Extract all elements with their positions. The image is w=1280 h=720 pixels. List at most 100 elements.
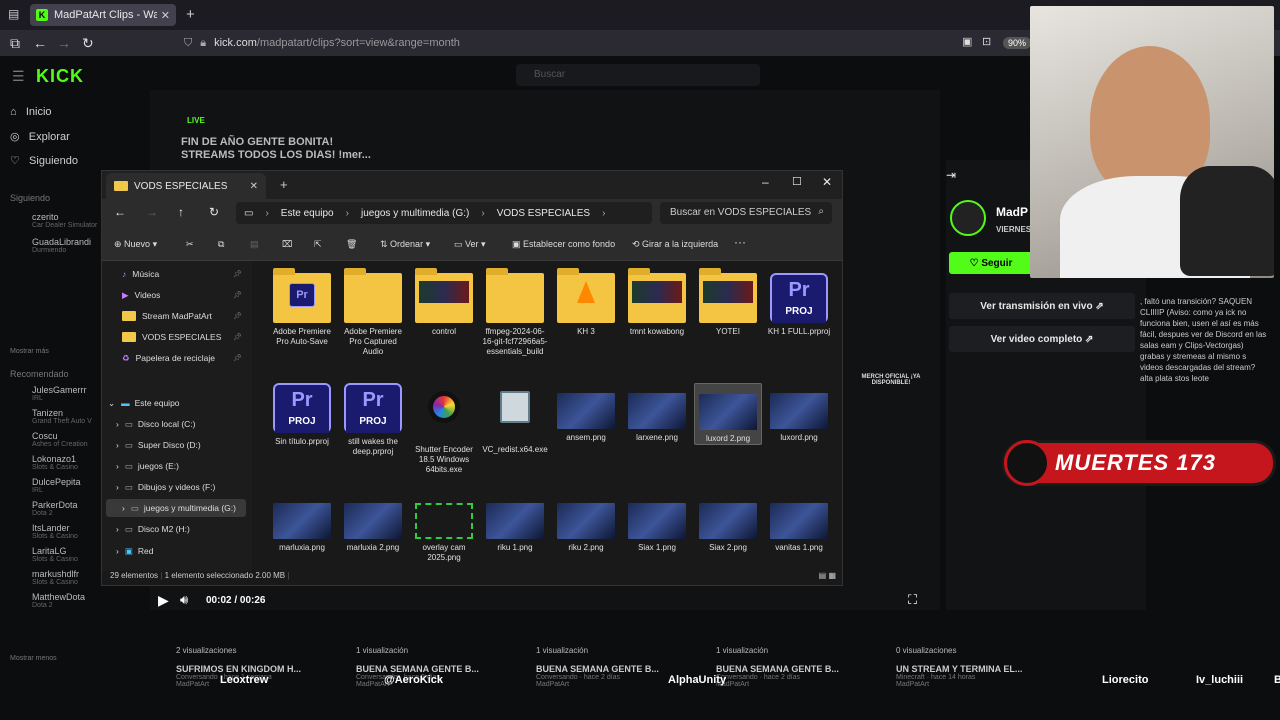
- channel-avatar[interactable]: [950, 200, 986, 236]
- quick-access-item[interactable]: ♻ Papelera de reciclaje 📌︎: [122, 349, 252, 367]
- refresh-icon[interactable]: ↻: [209, 205, 219, 219]
- breadcrumb-item[interactable]: VODS ESPECIALES: [497, 208, 590, 219]
- file-item[interactable]: luxord.png: [765, 383, 833, 443]
- file-item[interactable]: ffmpeg-2024-06-16-git-fcf72966a5-essenti…: [481, 268, 549, 357]
- breadcrumb[interactable]: ▭ › Este equipo › juegos y multimedia (G…: [236, 202, 652, 224]
- copy-icon[interactable]: ⧉: [218, 239, 224, 250]
- new-tab-icon[interactable]: +: [280, 177, 288, 192]
- show-more-link[interactable]: Mostrar más: [10, 348, 49, 355]
- browser-tab-active[interactable]: K MadPatArt Clips - Watch Live o ✕: [30, 4, 176, 26]
- file-item[interactable]: marluxia 2.png: [339, 493, 407, 553]
- rename-icon[interactable]: ⌧: [282, 239, 292, 250]
- file-item[interactable]: ansem.png: [552, 383, 620, 443]
- file-item[interactable]: Pr PROJ Sin título.prproj: [268, 383, 336, 447]
- breadcrumb-item[interactable]: Este equipo: [281, 208, 334, 219]
- show-less-link[interactable]: Mostrar menos: [10, 655, 57, 662]
- recommended-user[interactable]: Tanizen Grand Theft Auto V: [32, 408, 92, 425]
- fullscreen-icon[interactable]: ⛶: [908, 592, 917, 608]
- nav-home[interactable]: ⌂ Inicio: [10, 106, 52, 118]
- file-item[interactable]: Adobe Premiere Pro Captured Audio: [339, 268, 407, 357]
- more-options-icon[interactable]: ···: [734, 235, 746, 249]
- rotate-left-button[interactable]: ⟲ Girar a la izquierda: [632, 239, 718, 250]
- top-search-input[interactable]: Buscar: [516, 64, 760, 86]
- explorer-search-input[interactable]: Buscar en VODS ESPECIALES ⌕: [660, 202, 832, 224]
- watch-full-button[interactable]: Ver video completo ⇗: [949, 326, 1135, 352]
- close-window-icon[interactable]: ✕: [822, 175, 832, 189]
- following-user[interactable]: czerito Car Dealer Simulator: [32, 212, 97, 229]
- menu-icon[interactable]: ☰: [12, 68, 25, 85]
- set-background-button[interactable]: ▣ Establecer como fondo: [512, 239, 615, 250]
- minimize-icon[interactable]: –: [762, 175, 769, 189]
- maximize-icon[interactable]: ☐: [792, 175, 802, 188]
- recommended-user[interactable]: markushdlfr Slots & Casino: [32, 569, 79, 586]
- file-item[interactable]: marluxia.png: [268, 493, 336, 553]
- recommended-user[interactable]: LaritaLG Slots & Casino: [32, 546, 78, 563]
- reload-icon[interactable]: ↻: [82, 35, 94, 52]
- quick-access-item[interactable]: ♪ Música 📌︎: [122, 265, 252, 283]
- quick-access-item[interactable]: ▶ Videos 📌︎: [122, 286, 252, 304]
- file-item[interactable]: Pr Adobe Premiere Pro Auto-Save: [268, 268, 336, 347]
- file-item[interactable]: Siax 1.png: [623, 493, 691, 553]
- file-item[interactable]: Pr PROJ KH 1 FULL.prproj: [765, 273, 833, 337]
- this-pc-item[interactable]: ⌄ ▬ Este equipo: [108, 394, 180, 412]
- volume-icon[interactable]: 🔊︎: [180, 592, 188, 608]
- channel-name[interactable]: MadP: [996, 205, 1028, 219]
- cut-icon[interactable]: ✂: [186, 239, 194, 250]
- forward-icon[interactable]: →: [146, 205, 158, 219]
- drive-item[interactable]: › ▭ juegos (E:): [116, 457, 179, 475]
- drive-item[interactable]: › ▭ Disco local (C:): [116, 415, 196, 433]
- file-item[interactable]: larxene.png: [623, 383, 691, 443]
- up-icon[interactable]: ↑: [178, 205, 184, 219]
- view-button[interactable]: ▭ Ver ▾: [454, 239, 486, 250]
- breadcrumb-item[interactable]: juegos y multimedia (G:): [361, 208, 469, 219]
- play-icon[interactable]: ▶: [158, 592, 169, 609]
- file-item[interactable]: YOTEI: [694, 268, 762, 337]
- reader-view-icon[interactable]: ▣: [962, 35, 972, 48]
- file-item[interactable]: Siax 2.png: [694, 493, 762, 553]
- quick-access-item[interactable]: VODS ESPECIALES 📌︎: [122, 328, 252, 346]
- drive-item[interactable]: › ▭ Dibujos y videos (F:): [116, 478, 215, 496]
- file-item[interactable]: riku 1.png: [481, 493, 549, 553]
- file-item[interactable]: control: [410, 268, 478, 337]
- file-item[interactable]: Shutter Encoder 18.5 Windows 64bits.exe: [410, 383, 478, 475]
- screenshot-icon[interactable]: ⊡: [982, 35, 991, 48]
- new-tab-icon[interactable]: +: [186, 6, 195, 23]
- recommended-user[interactable]: ParkerDota Dota 2: [32, 500, 78, 517]
- share-icon[interactable]: ⇱: [314, 239, 322, 250]
- kick-logo[interactable]: KICK: [36, 66, 84, 87]
- recommended-user[interactable]: Lokonazo1 Slots & Casino: [32, 454, 78, 471]
- recommended-user[interactable]: MatthewDota Dota 2: [32, 592, 85, 609]
- file-item[interactable]: KH 3: [552, 268, 620, 337]
- back-icon[interactable]: ←: [33, 35, 47, 51]
- file-item[interactable]: luxord 2.png: [694, 383, 762, 445]
- paste-icon[interactable]: ▤: [250, 239, 259, 250]
- network-item[interactable]: › ▣ Red: [116, 542, 153, 560]
- view-toggle-icons[interactable]: ▤ ▦: [819, 571, 836, 580]
- file-item[interactable]: vanitas 1.png: [765, 493, 833, 553]
- recommended-user[interactable]: ItsLander Slots & Casino: [32, 523, 78, 540]
- address-bar[interactable]: ⛉ 🔒︎ kick.com/madpatart/clips?sort=view&…: [176, 33, 1036, 53]
- recommended-user[interactable]: DulcePepita IRL: [32, 477, 81, 494]
- watch-live-button[interactable]: Ver transmisión en vivo ⇗: [949, 293, 1135, 319]
- sidebar-icon[interactable]: ⧉: [10, 35, 20, 52]
- drive-item[interactable]: › ▭ Super Disco (D:): [116, 436, 201, 454]
- back-icon[interactable]: ←: [114, 205, 126, 219]
- file-item[interactable]: overlay cam 2025.png: [410, 493, 478, 563]
- nav-following[interactable]: ♡ Siguiendo: [10, 154, 78, 167]
- explorer-tab[interactable]: VODS ESPECIALES ✕: [106, 173, 266, 199]
- nav-explore[interactable]: ◎ Explorar: [10, 130, 70, 143]
- forward-icon[interactable]: →: [57, 35, 71, 51]
- zoom-badge[interactable]: 90%: [1003, 37, 1032, 49]
- file-item[interactable]: riku 2.png: [552, 493, 620, 553]
- new-button[interactable]: ⊕ Nuevo ▾: [114, 239, 157, 250]
- close-tab-icon[interactable]: ✕: [250, 181, 258, 192]
- sidebar-toggle-icon[interactable]: ▤: [8, 7, 19, 21]
- file-item[interactable]: Pr PROJ still wakes the deep.prproj: [339, 383, 407, 457]
- recommended-user[interactable]: JulesGamerrr IRL: [32, 385, 87, 402]
- close-tab-icon[interactable]: ✕: [161, 9, 170, 22]
- drive-item[interactable]: › ▭ Disco M2 (H:): [116, 520, 190, 538]
- sort-button[interactable]: ⇅ Ordenar ▾: [380, 239, 430, 250]
- delete-icon[interactable]: 🗑︎: [346, 239, 357, 250]
- collapse-chat-icon[interactable]: ⇥: [946, 168, 956, 182]
- drive-item[interactable]: › ▭ juegos y multimedia (G:): [106, 499, 246, 517]
